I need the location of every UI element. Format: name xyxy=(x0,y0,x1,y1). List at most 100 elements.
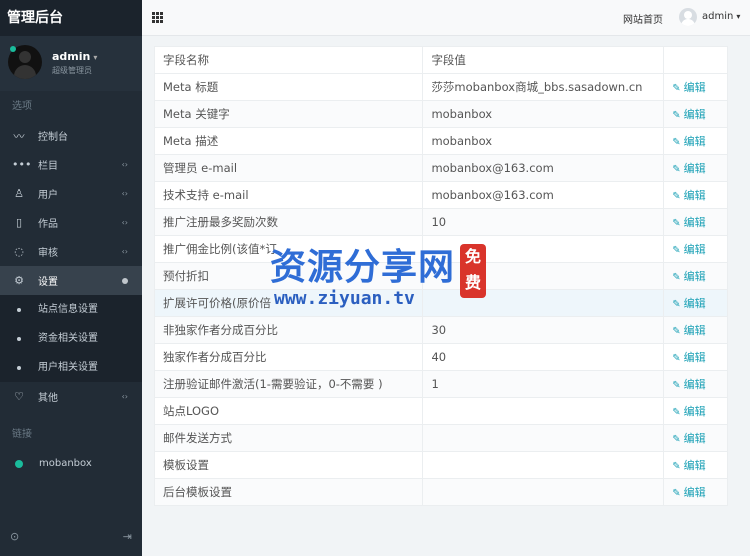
edit-label: 编辑 xyxy=(683,162,706,175)
edit-icon: ✎ xyxy=(672,83,681,94)
column-header: 字段值 xyxy=(422,46,665,74)
field-value-cell xyxy=(422,397,665,425)
edit-button[interactable]: ✎ 编辑 xyxy=(672,324,705,337)
field-name-cell: 非独家作者分成百分比 xyxy=(153,316,424,344)
field-value-cell: 10 xyxy=(422,208,665,236)
edit-button[interactable]: ✎ 编辑 xyxy=(672,216,705,229)
grid-menu-icon[interactable] xyxy=(152,12,163,23)
edit-button[interactable]: ✎ 编辑 xyxy=(672,162,705,175)
sidebar-item-dashboard[interactable]: 〰 控制台 xyxy=(0,121,142,150)
action-cell: ✎ 编辑 xyxy=(663,181,728,209)
table-row: 管理员 e-mail mobanbox@163.com ✎ 编辑 xyxy=(153,154,728,182)
sidebar-item-works[interactable]: ▯ 作品 ‹› xyxy=(0,208,142,237)
watermark-badge: 免费 xyxy=(460,244,486,298)
edit-button[interactable]: ✎ 编辑 xyxy=(672,270,705,283)
submenu-item-finance[interactable]: 资金相关设置 xyxy=(0,324,142,353)
table-row: 后台模板设置 ✎ 编辑 xyxy=(153,478,728,506)
edit-icon: ✎ xyxy=(672,191,681,202)
sidebar-item-settings[interactable]: ⚙ 设置 xyxy=(0,266,142,295)
chevron-down-icon: ▾ xyxy=(736,12,741,21)
action-cell: ✎ 编辑 xyxy=(663,262,728,290)
field-name-cell: Meta 关键字 xyxy=(153,100,424,128)
edit-icon: ✎ xyxy=(672,299,681,310)
edit-button[interactable]: ✎ 编辑 xyxy=(672,135,705,148)
field-name-cell: 后台模板设置 xyxy=(153,478,424,506)
field-name-cell: 技术支持 e-mail xyxy=(153,181,424,209)
edit-label: 编辑 xyxy=(683,297,706,310)
submenu-item-site-info[interactable]: 站点信息设置 xyxy=(0,295,142,324)
action-cell: ✎ 编辑 xyxy=(663,316,728,344)
edit-icon: ✎ xyxy=(672,353,681,364)
submenu-item-user-settings[interactable]: 用户相关设置 xyxy=(0,353,142,382)
sidebar-item-columns[interactable]: ••• 栏目 ‹› xyxy=(0,150,142,179)
edit-label: 编辑 xyxy=(683,270,706,283)
action-cell: ✎ 编辑 xyxy=(663,397,728,425)
topbar-user-menu[interactable]: admin ▾ xyxy=(702,11,740,22)
collapse-icon[interactable]: ⊙ xyxy=(10,530,19,543)
user-icon: ♙ xyxy=(14,187,24,200)
edit-label: 编辑 xyxy=(683,243,706,256)
logout-icon[interactable]: ⇥ xyxy=(123,530,132,543)
field-name-cell: Meta 标题 xyxy=(153,73,424,101)
brand-title[interactable]: 管理后台 xyxy=(0,0,142,36)
dots-icon: ••• xyxy=(12,158,32,171)
field-value-cell xyxy=(422,478,665,506)
action-cell: ✎ 编辑 xyxy=(663,73,728,101)
edit-label: 编辑 xyxy=(683,351,706,364)
sidebar-item-review[interactable]: ◌ 审核 ‹› xyxy=(0,237,142,266)
watermark-title: 资源分享网 xyxy=(270,247,456,288)
table-row: 非独家作者分成百分比 30 ✎ 编辑 xyxy=(153,316,728,344)
sidebar-link-mobanbox[interactable]: mobanbox xyxy=(0,449,142,478)
edit-button[interactable]: ✎ 编辑 xyxy=(672,297,705,310)
table-row: Meta 描述 mobanbox ✎ 编辑 xyxy=(153,127,728,155)
chart-line-icon: 〰 xyxy=(13,129,25,143)
edit-label: 编辑 xyxy=(683,486,706,499)
field-value-cell: 30 xyxy=(422,316,665,344)
watermark: 资源分享网 www.ziyuan.tv 免费 xyxy=(268,238,488,312)
edit-icon: ✎ xyxy=(672,164,681,175)
sidebar-user-role: 超级管理员 xyxy=(52,66,92,75)
edit-button[interactable]: ✎ 编辑 xyxy=(672,459,705,472)
sidebar-item-label: 审核 xyxy=(38,248,58,259)
edit-icon: ✎ xyxy=(672,488,681,499)
edit-button[interactable]: ✎ 编辑 xyxy=(672,405,705,418)
watermark-url: www.ziyuan.tv xyxy=(274,288,415,309)
edit-icon: ✎ xyxy=(672,326,681,337)
sidebar-item-users[interactable]: ♙ 用户 ‹› xyxy=(0,179,142,208)
edit-label: 编辑 xyxy=(683,108,706,121)
action-cell: ✎ 编辑 xyxy=(663,424,728,452)
edit-button[interactable]: ✎ 编辑 xyxy=(672,243,705,256)
edit-icon: ✎ xyxy=(672,434,681,445)
field-value-cell xyxy=(422,424,665,452)
edit-label: 编辑 xyxy=(683,432,706,445)
field-name-cell: 独家作者分成百分比 xyxy=(153,343,424,371)
edit-button[interactable]: ✎ 编辑 xyxy=(672,81,705,94)
field-value-cell xyxy=(422,451,665,479)
table-row: Meta 关键字 mobanbox ✎ 编辑 xyxy=(153,100,728,128)
field-name-cell: 推广注册最多奖励次数 xyxy=(153,208,424,236)
edit-button[interactable]: ✎ 编辑 xyxy=(672,108,705,121)
field-value-cell: 莎莎mobanbox商城_bbs.sasadown.cn xyxy=(422,73,665,101)
sidebar-user-name[interactable]: admin ▾ xyxy=(52,50,97,63)
sidebar: 管理后台 admin ▾ 超级管理员 选项 〰 控制台 ••• 栏目 ‹› ♙ 用… xyxy=(0,0,142,556)
edit-label: 编辑 xyxy=(683,216,706,229)
edit-icon: ✎ xyxy=(672,380,681,391)
sidebar-item-other[interactable]: ♡ 其他 ‹› xyxy=(0,382,142,411)
edit-label: 编辑 xyxy=(683,189,706,202)
edit-button[interactable]: ✎ 编辑 xyxy=(672,351,705,364)
edit-label: 编辑 xyxy=(683,459,706,472)
home-link[interactable]: 网站首页 xyxy=(623,11,663,26)
spinner-icon: ◌ xyxy=(14,245,24,258)
action-cell: ✎ 编辑 xyxy=(663,289,728,317)
gear-icon: ⚙ xyxy=(14,274,24,287)
edit-button[interactable]: ✎ 编辑 xyxy=(672,189,705,202)
action-cell: ✎ 编辑 xyxy=(663,451,728,479)
action-cell: ✎ 编辑 xyxy=(663,154,728,182)
table-row: 独家作者分成百分比 40 ✎ 编辑 xyxy=(153,343,728,371)
edit-button[interactable]: ✎ 编辑 xyxy=(672,378,705,391)
online-status-dot xyxy=(10,46,16,52)
user-panel: admin ▾ 超级管理员 xyxy=(0,36,142,91)
avatar[interactable] xyxy=(679,8,697,26)
edit-button[interactable]: ✎ 编辑 xyxy=(672,432,705,445)
edit-button[interactable]: ✎ 编辑 xyxy=(672,486,705,499)
